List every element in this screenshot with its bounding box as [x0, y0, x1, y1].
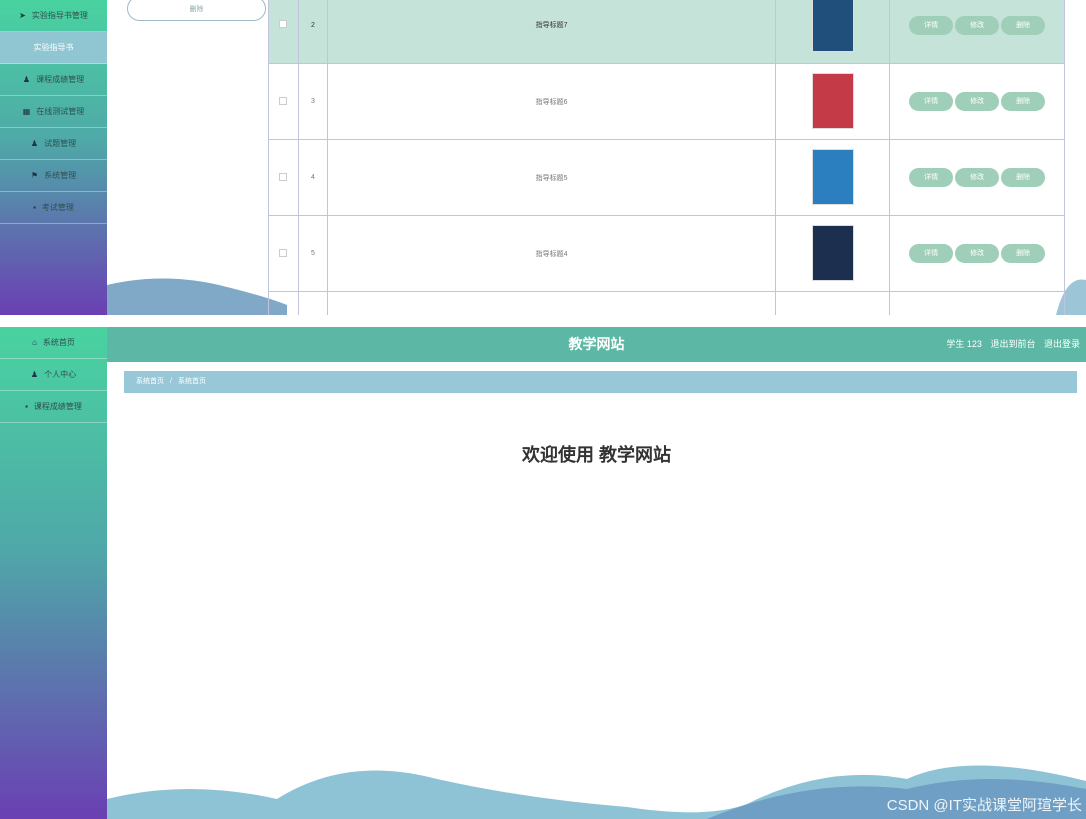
- row-actions: 详情 修改 删除: [889, 215, 1065, 292]
- edit-button[interactable]: 修改: [955, 244, 1000, 263]
- row-number: 5: [297, 215, 328, 292]
- sidebar-item[interactable]: ▪ 考试管理: [0, 192, 107, 224]
- row-cover-cell: [775, 215, 891, 292]
- sidebar-item[interactable]: ▪ 课程成绩管理: [0, 391, 107, 423]
- row-cover-cell: [775, 63, 891, 140]
- row-cover-cell: [775, 291, 891, 315]
- breadcrumb-separator: /: [170, 378, 172, 385]
- row-actions: 详情 修改 删除: [889, 139, 1065, 216]
- breadcrumb-home[interactable]: 系统首页: [136, 378, 164, 385]
- row-cover-cell: [775, 0, 891, 64]
- sidebar-item[interactable]: ➤ 实验指导书管理: [0, 0, 107, 32]
- row-checkbox-cell: [268, 215, 299, 292]
- row-number: 4: [297, 139, 328, 216]
- watermark: CSDN @IT实战课堂阿瑄学长: [886, 797, 1082, 814]
- apps-icon: ▪: [25, 402, 28, 411]
- row-checkbox-cell: [268, 291, 299, 315]
- row-cover-cell: [775, 139, 891, 216]
- bottom-screenshot-panel: ⌂ 系统首页 ♟ 个人中心 ▪ 课程成绩管理 教学网站 学生 123 退出到前台 退出登录…: [0, 327, 1086, 819]
- book-cover-image: [811, 148, 854, 205]
- apps-icon: ▪: [33, 203, 36, 212]
- detail-button[interactable]: 详情: [909, 244, 954, 263]
- sidebar-item-label: 实验指导书: [33, 43, 74, 52]
- delete-row-button[interactable]: 删除: [1001, 244, 1046, 263]
- row-checkbox-cell: [268, 139, 299, 216]
- edit-button[interactable]: 修改: [955, 15, 1000, 35]
- row-checkbox-cell: [268, 63, 299, 140]
- sidebar-item[interactable]: ▦ 在线测试管理: [0, 96, 107, 128]
- row-checkbox-cell: [268, 0, 299, 64]
- delete-button[interactable]: 删除: [127, 0, 266, 21]
- sidebar-item-label: 在线测试管理: [36, 107, 85, 116]
- header-bar: 教学网站 学生 123 退出到前台 退出登录: [107, 327, 1086, 362]
- sidebar-item-label: 试题管理: [44, 139, 77, 148]
- breadcrumb: 系统首页 / 系统首页: [124, 371, 1077, 393]
- book-cover-image: [811, 0, 854, 52]
- top-screenshot-panel: ➤ 实验指导书管理 实验指导书 ♟ 课程成绩管理 ▦ 在线测试管理 ♟ 试题管理 ⚑ 系统管理 ▪ 考试…: [0, 0, 1086, 315]
- sidebar-item-label: 课程成绩管理: [36, 75, 85, 84]
- row-title: [326, 291, 777, 315]
- table-row: 3 指导标题6 详情 修改 删除: [268, 63, 1065, 140]
- row-number: 3: [297, 63, 328, 140]
- detail-button[interactable]: 详情: [909, 15, 954, 35]
- delete-row-button[interactable]: 删除: [1001, 92, 1046, 111]
- row-checkbox[interactable]: [279, 248, 288, 257]
- home-icon: ⌂: [32, 338, 37, 347]
- sidebar: ⌂ 系统首页 ♟ 个人中心 ▪ 课程成绩管理: [0, 327, 107, 819]
- grid-icon: ▦: [22, 107, 31, 116]
- delete-row-button[interactable]: 删除: [1001, 168, 1046, 187]
- user-name: 学生 123: [946, 339, 982, 349]
- sidebar-item-label: 课程成绩管理: [33, 402, 82, 411]
- sidebar-item-label: 系统管理: [44, 171, 77, 180]
- sidebar: ➤ 实验指导书管理 实验指导书 ♟ 课程成绩管理 ▦ 在线测试管理 ♟ 试题管理 ⚑ 系统管理 ▪ 考试…: [0, 0, 107, 315]
- row-number: 2: [297, 0, 328, 64]
- detail-button[interactable]: 详情: [909, 168, 954, 187]
- row-checkbox[interactable]: [279, 96, 288, 105]
- breadcrumb-current: 系统首页: [177, 378, 206, 385]
- table-row: 2 指导标题7 详情 修改 删除: [268, 0, 1065, 64]
- sidebar-item[interactable]: ♟ 试题管理: [0, 128, 107, 160]
- table-row: 4 指导标题5 详情 修改 删除: [268, 139, 1065, 216]
- row-title: 指导标题6: [326, 63, 777, 140]
- detail-button[interactable]: 详情: [909, 92, 954, 111]
- table-row: [268, 291, 1065, 315]
- sidebar-item-label: 个人中心: [44, 370, 77, 379]
- sidebar-item[interactable]: ⚑ 系统管理: [0, 160, 107, 192]
- edit-button[interactable]: 修改: [955, 92, 1000, 111]
- row-number: [297, 291, 328, 315]
- row-title: 指导标题7: [326, 0, 777, 64]
- sidebar-item-label: 考试管理: [41, 203, 74, 212]
- book-cover-image: [811, 72, 854, 129]
- table-row: 5 指导标题4 详情 修改 删除: [268, 215, 1065, 292]
- row-checkbox[interactable]: [279, 20, 288, 28]
- edit-button[interactable]: 修改: [955, 168, 1000, 187]
- delete-row-button[interactable]: 删除: [1001, 15, 1046, 35]
- user-icon: ♟: [30, 139, 39, 148]
- sidebar-item[interactable]: ⌂ 系统首页: [0, 327, 107, 359]
- row-title: 指导标题5: [326, 139, 777, 216]
- user-area: 学生 123 退出到前台 退出登录: [940, 327, 1080, 362]
- to-front-link[interactable]: 退出到前台: [990, 339, 1035, 349]
- welcome-heading: 欢迎使用 教学网站: [521, 445, 671, 465]
- wave-decoration: [107, 278, 287, 315]
- sidebar-item-label: 系统首页: [42, 338, 75, 347]
- row-actions: [889, 291, 1065, 315]
- row-actions: 详情 修改 删除: [889, 63, 1065, 140]
- flag-icon: ⚑: [30, 171, 39, 180]
- site-title: 教学网站: [568, 336, 625, 352]
- data-table: 2 指导标题7 详情 修改 删除 3 指导标题6 详情 修改 删除 4 指导标题5 详情 修改 删除 5 指导标…: [268, 0, 1065, 315]
- send-icon: ➤: [19, 11, 26, 20]
- sidebar-item[interactable]: ♟ 课程成绩管理: [0, 64, 107, 96]
- row-actions: 详情 修改 删除: [889, 0, 1065, 64]
- logout-link[interactable]: 退出登录: [1044, 339, 1080, 349]
- row-checkbox[interactable]: [279, 172, 288, 181]
- user-icon: ♟: [30, 370, 39, 379]
- user-icon: ♟: [22, 75, 31, 84]
- panel-divider: [0, 315, 1086, 327]
- book-cover-image: [811, 224, 854, 281]
- sidebar-item[interactable]: ♟ 个人中心: [0, 359, 107, 391]
- sidebar-item-label: 实验指导书管理: [31, 11, 88, 20]
- sidebar-item[interactable]: 实验指导书: [0, 32, 107, 64]
- row-title: 指导标题4: [326, 215, 777, 292]
